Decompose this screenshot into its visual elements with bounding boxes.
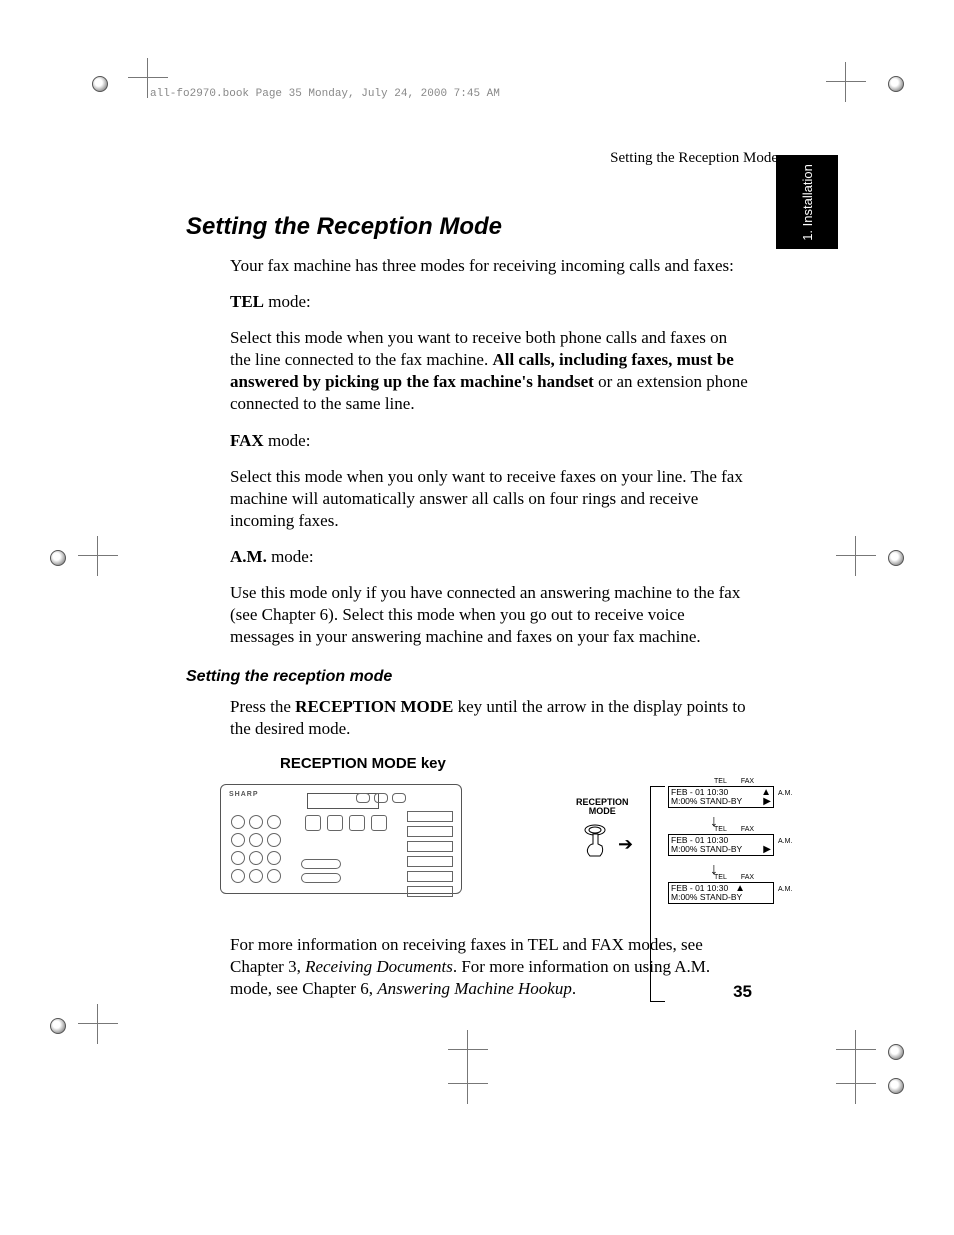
lcd-box: FEB - 01 10:30 ▲ M:00% STAND-BY: [668, 882, 774, 905]
registration-mark-icon: [886, 1076, 906, 1096]
fax-panel-illustration: SHARP: [220, 784, 462, 894]
am-mode-head: A.M. mode:: [230, 546, 750, 568]
display-state-2: TEL FAX FEB - 01 10:30 M:00% STAND-BY ▶ …: [650, 826, 850, 870]
tel-mode-head: TEL mode:: [230, 291, 750, 313]
crosshair-icon: [460, 1042, 476, 1058]
crosshair-icon: [460, 1076, 476, 1092]
crosshair-icon: [848, 1042, 864, 1058]
display-state-1: TEL FAX FEB - 01 10:30 ▲ M:00% STAND-BY …: [650, 778, 850, 822]
lcd-box: FEB - 01 10:30 ▲ M:00% STAND-BY ▶: [668, 786, 774, 809]
panel-top-buttons: [356, 793, 406, 803]
display-state-3: TEL FAX FEB - 01 10:30 ▲ M:00% STAND-BY …: [650, 874, 850, 918]
arrow-right-icon: ➔: [618, 834, 633, 855]
running-head: Setting the Reception Mode: [90, 150, 778, 167]
crosshair-icon: [838, 74, 854, 90]
tel-bold: TEL: [230, 292, 264, 311]
instruction-text: Press the RECEPTION MODE key until the a…: [230, 696, 750, 740]
subheading: Setting the reception mode: [186, 668, 860, 686]
press-hand-icon: [580, 822, 610, 862]
brand-label: SHARP: [229, 791, 259, 798]
registration-mark-icon: [48, 548, 68, 568]
panel-keypad: [231, 815, 299, 883]
panel-right-buttons: [407, 811, 453, 897]
diagram: SHARP RECEPTION MODE: [220, 778, 790, 918]
fax-mode-head: FAX mode:: [230, 430, 750, 452]
registration-mark-icon: [886, 548, 906, 568]
framemaker-meta: all-fo2970.book Page 35 Monday, July 24,…: [150, 88, 860, 100]
pointer-icon: ▶: [763, 844, 771, 855]
chapter-tab-label: 1. Installation: [800, 164, 815, 241]
display-sequence: TEL FAX FEB - 01 10:30 ▲ M:00% STAND-BY …: [650, 778, 850, 910]
pointer-icon: ▶: [763, 796, 771, 807]
crosshair-icon: [848, 548, 864, 564]
lcd-box: FEB - 01 10:30 M:00% STAND-BY ▶: [668, 834, 774, 857]
crosshair-icon: [140, 70, 156, 86]
tel-mode-body: Select this mode when you want to receiv…: [230, 327, 750, 415]
body-content: Your fax machine has three modes for rec…: [230, 255, 750, 648]
page-number: 35: [733, 982, 752, 1002]
instruction-block: Press the RECEPTION MODE key until the a…: [230, 696, 750, 740]
fax-mode-body: Select this mode when you only want to r…: [230, 466, 750, 532]
pointer-icon: ▲: [735, 883, 745, 894]
crosshair-icon: [90, 548, 106, 564]
footer-paragraph: For more information on receiving faxes …: [230, 934, 750, 1000]
registration-mark-icon: [886, 74, 906, 94]
manual-page: all-fo2970.book Page 35 Monday, July 24,…: [90, 40, 860, 1190]
crosshair-icon: [90, 1016, 106, 1032]
panel-fn-row: [305, 815, 387, 831]
reception-mode-caption: RECEPTION MODE: [576, 798, 629, 818]
registration-mark-icon: [48, 1016, 68, 1036]
reception-mode-key-label: RECEPTION MODE key: [280, 755, 860, 772]
panel-bottom-ovals: [301, 859, 341, 883]
am-mode-body: Use this mode only if you have connected…: [230, 582, 750, 648]
registration-mark-icon: [90, 74, 110, 94]
intro-paragraph: Your fax machine has three modes for rec…: [230, 255, 750, 277]
chapter-tab: 1. Installation: [776, 155, 838, 249]
registration-mark-icon: [886, 1042, 906, 1062]
crosshair-icon: [848, 1076, 864, 1092]
page-title: Setting the Reception Mode: [186, 213, 860, 241]
